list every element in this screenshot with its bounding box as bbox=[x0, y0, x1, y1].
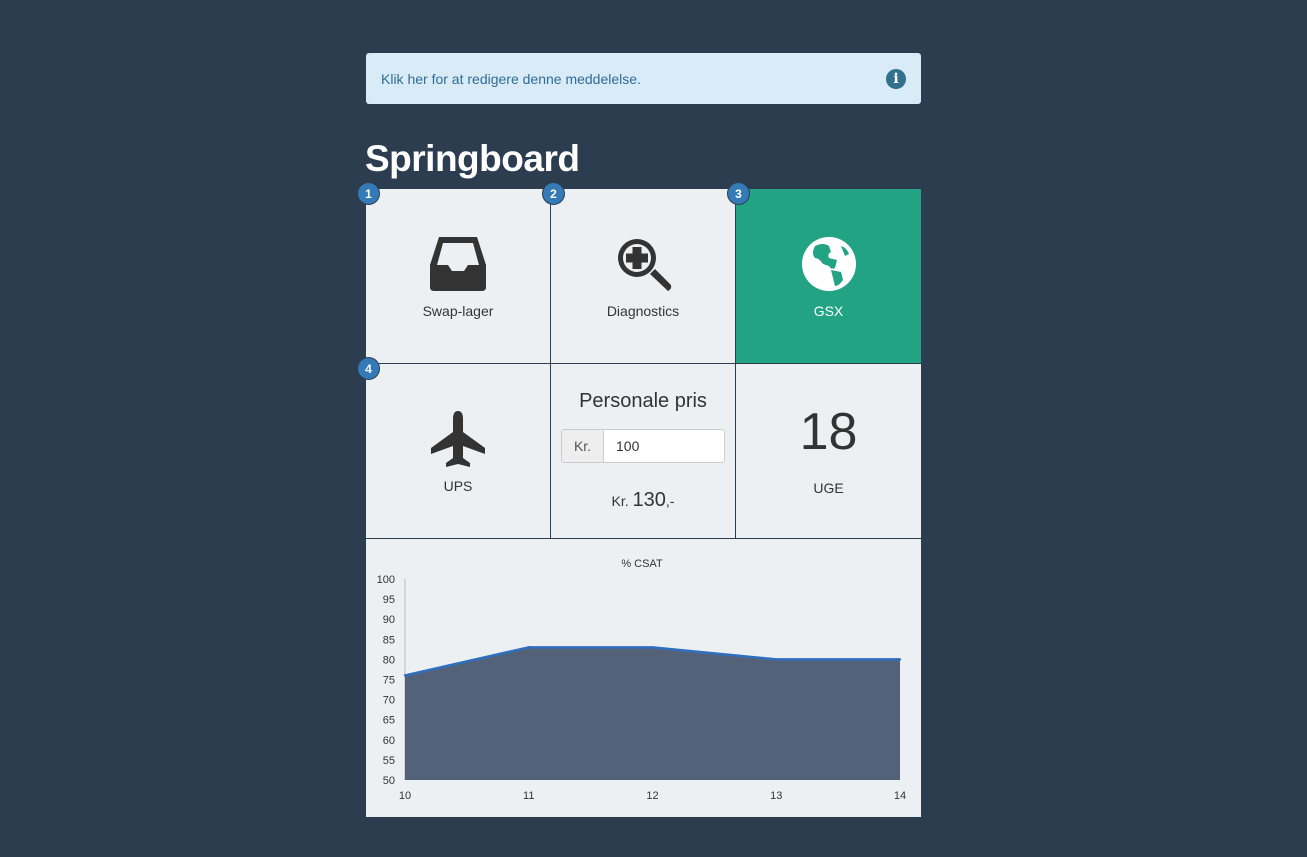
csat-chart: % CSAT 100 95 90 85 80 75 70 65 60 55 50 10 11 12 13 14 bbox=[366, 539, 921, 817]
tile-badge: 2 bbox=[542, 182, 565, 205]
price-result-value: 130 bbox=[632, 489, 666, 511]
info-icon: i bbox=[886, 68, 906, 89]
springboard-grid: 1 Swap-lager 2 Diagnostics 3 GSX 4 UPS P… bbox=[357, 182, 921, 539]
y-tick-label: 70 bbox=[383, 695, 395, 707]
tile-badge: 3 bbox=[727, 182, 750, 205]
csat-chart-svg: % CSAT 100 95 90 85 80 75 70 65 60 55 50 10 11 12 13 14 bbox=[377, 558, 906, 802]
chart-title: % CSAT bbox=[621, 558, 663, 570]
tile-badge: 4 bbox=[357, 357, 380, 380]
tile-label: Swap-lager bbox=[422, 303, 494, 319]
week-label: UGE bbox=[813, 480, 844, 496]
globe-icon bbox=[801, 233, 857, 295]
tile-diagnostics[interactable]: 2 Diagnostics bbox=[542, 182, 736, 364]
price-input-group: Kr. bbox=[561, 429, 725, 463]
csat-point bbox=[403, 674, 407, 677]
price-input[interactable] bbox=[603, 429, 725, 463]
price-title: Personale pris bbox=[579, 390, 707, 412]
x-tick-label: 12 bbox=[646, 790, 658, 802]
inbox-icon bbox=[429, 233, 487, 295]
csat-area bbox=[405, 647, 900, 780]
price-result: Kr. 130,- bbox=[612, 489, 675, 512]
alert-message[interactable]: Klik her for at redigere denne meddelels… bbox=[366, 53, 921, 104]
y-tick-label: 80 bbox=[383, 654, 395, 666]
tile-ups[interactable]: 4 UPS bbox=[357, 357, 551, 539]
y-tick-label: 100 bbox=[377, 574, 395, 586]
zoom-in-icon bbox=[613, 233, 673, 295]
csat-point bbox=[651, 646, 654, 649]
x-tick-label: 11 bbox=[523, 790, 534, 802]
y-tick-label: 65 bbox=[383, 715, 395, 727]
x-tick-label: 14 bbox=[894, 790, 906, 802]
tile-label: UPS bbox=[443, 478, 473, 494]
week-number: 18 bbox=[799, 403, 858, 461]
csat-point bbox=[775, 658, 778, 661]
week-widget: 18 UGE bbox=[736, 364, 921, 539]
y-tick-label: 60 bbox=[383, 735, 395, 747]
page-title: Springboard bbox=[365, 138, 580, 179]
y-tick-label: 90 bbox=[383, 614, 395, 626]
tile-badge: 1 bbox=[357, 182, 380, 205]
price-result-suffix: ,- bbox=[665, 493, 675, 509]
x-tick-label: 13 bbox=[770, 790, 782, 802]
x-tick-label: 10 bbox=[399, 790, 411, 802]
tile-gsx[interactable]: 3 GSX bbox=[727, 182, 921, 364]
csat-point bbox=[898, 658, 902, 661]
tile-label: GSX bbox=[813, 303, 844, 319]
tile-swap-lager[interactable]: 1 Swap-lager bbox=[357, 182, 551, 364]
y-tick-label: 75 bbox=[383, 675, 395, 687]
staff-price-widget: Personale pris Kr. Kr. 130,- bbox=[551, 364, 736, 539]
y-tick-label: 55 bbox=[383, 755, 395, 767]
csat-point bbox=[527, 646, 530, 649]
y-tick-label: 50 bbox=[383, 775, 395, 787]
tile-label: Diagnostics bbox=[606, 303, 680, 319]
price-result-prefix: Kr. bbox=[611, 493, 629, 509]
currency-addon: Kr. bbox=[561, 429, 603, 463]
alert-text: Klik her for at redigere denne meddelels… bbox=[381, 70, 641, 87]
plane-icon bbox=[430, 408, 486, 470]
y-tick-label: 95 bbox=[383, 594, 395, 606]
y-tick-label: 85 bbox=[383, 634, 395, 646]
